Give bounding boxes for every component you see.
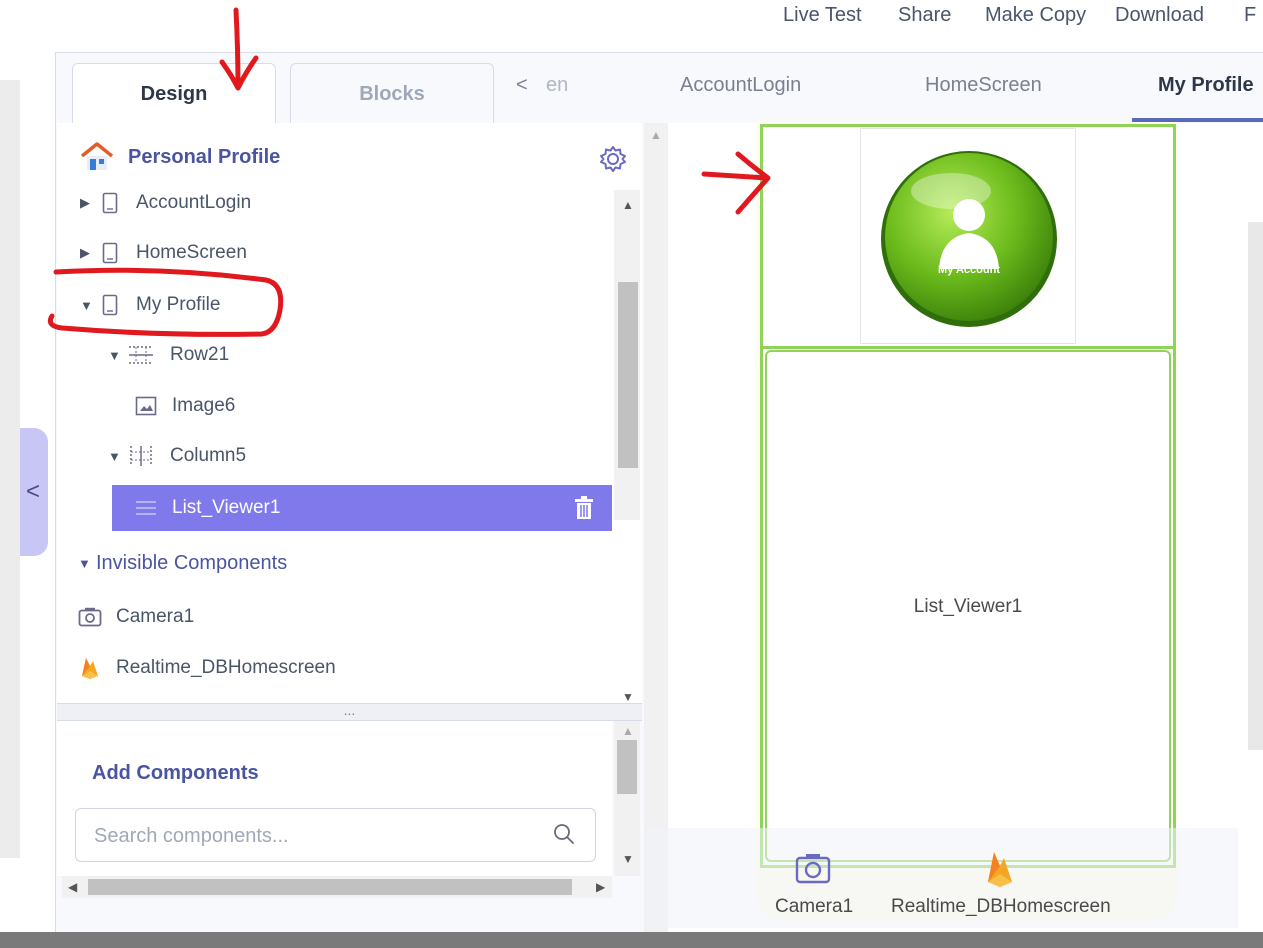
scroll-up-arrow-icon[interactable]: ▲: [622, 724, 634, 738]
add-components-title: Add Components: [92, 762, 259, 784]
caret-down-icon[interactable]: ▼: [108, 449, 126, 464]
trash-icon[interactable]: [574, 496, 594, 520]
scroll-up-arrow-icon[interactable]: ▲: [622, 198, 634, 212]
phone-icon: [98, 191, 122, 215]
left-edge-bar: [0, 80, 20, 858]
tree-item-label: Camera1: [116, 606, 195, 627]
tree-item-label: Row21: [170, 344, 230, 365]
phone-icon: [98, 241, 122, 265]
scroll-up-arrow-icon[interactable]: ▲: [650, 128, 662, 142]
panel-scrollbar[interactable]: [644, 123, 668, 933]
search-icon[interactable]: [552, 822, 576, 846]
image-icon: [134, 394, 158, 418]
row-arrangement-icon: [126, 343, 156, 367]
scroll-down-arrow-icon[interactable]: ▼: [622, 852, 634, 866]
tab-design[interactable]: Design: [72, 63, 276, 125]
gear-icon[interactable]: [598, 144, 628, 174]
caret-down-icon[interactable]: ▼: [78, 556, 96, 571]
tree-item-column5[interactable]: ▼ Column5: [108, 433, 246, 479]
screen-tab-scroll-left[interactable]: <: [516, 74, 528, 97]
list-icon: [134, 496, 158, 520]
firebase-icon: [78, 656, 102, 680]
phone-icon: [98, 293, 122, 317]
tree-item-realtime-db[interactable]: Realtime_DBHomescreen: [78, 645, 336, 691]
caret-right-icon[interactable]: ▶: [80, 195, 98, 211]
project-title-row[interactable]: Personal Profile: [80, 134, 280, 180]
panel-splitter[interactable]: ...: [57, 703, 642, 721]
horizontal-scrollbar-thumb[interactable]: [88, 879, 572, 895]
caret-right-icon[interactable]: ▶: [80, 245, 98, 261]
nonvisible-camera1-label: Camera1: [775, 896, 854, 917]
bottom-status-bar: [0, 932, 1263, 948]
chevron-left-icon[interactable]: <: [26, 478, 40, 506]
invisible-components-header[interactable]: ▼ Invisible Components: [78, 540, 287, 586]
tree-scrollbar-thumb[interactable]: [618, 282, 638, 468]
tree-item-label: List_Viewer1: [172, 497, 281, 518]
download-menu[interactable]: Download: [1115, 4, 1204, 27]
camera-icon[interactable]: [795, 852, 831, 884]
scroll-down-arrow-icon[interactable]: ▼: [622, 690, 634, 704]
project-title: Personal Profile: [128, 145, 281, 168]
app-window: Live Test Share Make Copy Download F < D…: [0, 0, 1263, 948]
make-copy-menu[interactable]: Make Copy: [985, 4, 1086, 27]
tab-blocks[interactable]: Blocks: [290, 63, 494, 123]
tree-item-label: HomeScreen: [136, 242, 247, 263]
tree-item-accountlogin[interactable]: ▶ AccountLogin: [80, 180, 251, 226]
tree-item-label: My Profile: [136, 294, 221, 315]
invisible-components-title: Invisible Components: [96, 551, 288, 574]
add-components-scrollbar-thumb[interactable]: [617, 740, 637, 794]
caret-down-icon[interactable]: ▼: [80, 298, 98, 313]
screen-tab-my-profile[interactable]: My Profile: [1158, 74, 1254, 97]
tree-item-label: Realtime_DBHomescreen: [116, 657, 336, 678]
tree-item-label: AccountLogin: [136, 192, 252, 213]
tree-item-row21[interactable]: ▼ Row21: [108, 332, 229, 378]
viewer-scrollbar[interactable]: [1248, 222, 1263, 750]
tree-item-list-viewer1[interactable]: List_Viewer1: [112, 485, 612, 531]
screen-tab-partial[interactable]: en: [546, 74, 568, 97]
tree-item-label: Image6: [172, 395, 236, 416]
image6-preview[interactable]: My Account: [860, 128, 1076, 344]
home-icon: [80, 142, 114, 170]
my-account-image: My Account: [881, 151, 1057, 327]
scroll-left-arrow-icon[interactable]: ◀: [68, 880, 77, 894]
tree-item-camera1[interactable]: Camera1: [78, 594, 194, 640]
image-caption: My Account: [938, 264, 1000, 276]
tree-item-image6[interactable]: Image6: [134, 383, 235, 429]
nonvisible-realtime-db-label: Realtime_DBHomescreen: [891, 896, 1111, 917]
caret-down-icon[interactable]: ▼: [108, 348, 126, 363]
scroll-right-arrow-icon[interactable]: ▶: [596, 880, 605, 894]
search-input[interactable]: [94, 822, 534, 850]
tree-item-label: Column5: [170, 445, 247, 466]
tree-item-homescreen[interactable]: ▶ HomeScreen: [80, 230, 247, 276]
column-arrangement-icon: [126, 444, 156, 468]
live-test-menu[interactable]: Live Test: [783, 4, 862, 27]
top-toolbar: Live Test Share Make Copy Download F: [0, 0, 1263, 42]
share-menu[interactable]: Share: [898, 4, 951, 27]
firebase-icon[interactable]: [986, 850, 1014, 888]
screen-tab-homescreen[interactable]: HomeScreen: [925, 74, 1042, 97]
list-viewer1-label: List_Viewer1: [913, 596, 1023, 617]
screen-tab-accountlogin[interactable]: AccountLogin: [680, 74, 801, 97]
tree-item-my-profile[interactable]: ▼ My Profile: [80, 282, 220, 328]
camera-icon: [78, 605, 102, 629]
more-menu[interactable]: F: [1244, 4, 1256, 27]
